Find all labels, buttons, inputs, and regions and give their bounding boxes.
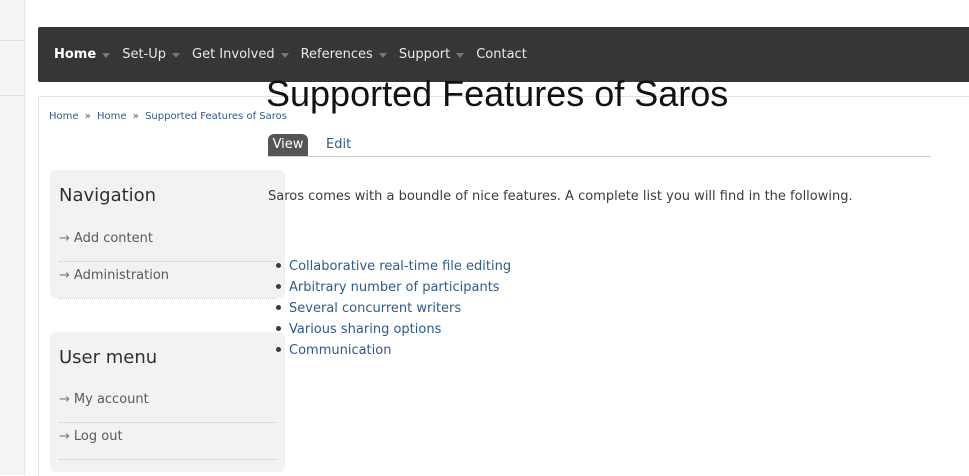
sidebar-item-my-account[interactable]: → My account — [59, 386, 277, 423]
feature-link[interactable]: Collaborative real-time file editing — [276, 256, 511, 277]
rail-divider — [0, 95, 24, 96]
intro-text: Saros comes with a boundle of nice featu… — [268, 189, 853, 204]
nav-item-support[interactable]: Support — [398, 47, 465, 62]
feature-label: Various sharing options — [289, 322, 442, 337]
breadcrumb-link-home[interactable]: Home — [97, 111, 127, 122]
chevron-down-icon — [378, 53, 387, 58]
nav-item-label: Get Involved — [192, 47, 275, 62]
nav-item-label: Contact — [476, 47, 527, 62]
tab-edit[interactable]: Edit — [326, 134, 351, 156]
sidebar-item-add-content[interactable]: → Add content — [59, 225, 277, 262]
tabs-underline — [268, 156, 931, 157]
chevron-down-icon — [280, 53, 289, 58]
nav-item-home[interactable]: Home — [54, 47, 111, 62]
chevron-down-icon — [102, 53, 111, 58]
breadcrumb-separator: » — [84, 111, 91, 122]
sidebar-item-label: Administration — [73, 268, 170, 283]
sidebar-item-administration[interactable]: → Administration — [59, 262, 277, 299]
bullet-icon — [276, 263, 281, 268]
sidebar-item-log-out[interactable]: → Log out — [59, 423, 277, 460]
bullet-icon — [276, 326, 281, 331]
feature-link[interactable]: Communication — [276, 340, 511, 361]
window-top-strip — [0, 0, 969, 7]
feature-label: Several concurrent writers — [289, 301, 462, 316]
nav-item-label: Set-Up — [122, 47, 166, 62]
rail-divider — [0, 40, 24, 41]
left-rail — [0, 0, 25, 475]
nav-item-label: Home — [54, 47, 97, 62]
bullet-icon — [276, 347, 281, 352]
nav-item-get-involved[interactable]: Get Involved — [192, 47, 289, 62]
breadcrumb-separator: » — [132, 111, 139, 122]
arrow-right-icon: → — [59, 268, 70, 283]
sidebar-item-label: My account — [73, 392, 149, 407]
chevron-down-icon — [456, 53, 465, 58]
nav-item-contact[interactable]: Contact — [476, 47, 527, 62]
bullet-icon — [276, 305, 281, 310]
user-menu-block: User menu → My account → Log out — [50, 332, 285, 472]
tab-view[interactable]: View — [268, 134, 308, 156]
nav-item-references[interactable]: References — [301, 47, 387, 62]
feature-link[interactable]: Arbitrary number of participants — [276, 277, 511, 298]
feature-link[interactable]: Several concurrent writers — [276, 298, 511, 319]
page-title: Supported Features of Saros — [266, 73, 729, 114]
arrow-right-icon: → — [59, 392, 70, 407]
feature-list: Collaborative real-time file editing Arb… — [276, 256, 511, 361]
arrow-right-icon: → — [59, 231, 70, 246]
nav-item-label: Support — [398, 47, 451, 62]
arrow-right-icon: → — [59, 429, 70, 444]
sidebar-item-label: Add content — [73, 231, 153, 246]
breadcrumb: Home » Home » Supported Features of Saro… — [49, 111, 287, 122]
navigation-block: Navigation → Add content → Administration — [50, 170, 285, 299]
feature-label: Collaborative real-time file editing — [289, 259, 512, 274]
nav-item-setup[interactable]: Set-Up — [122, 47, 180, 62]
sidebar-item-label: Log out — [73, 429, 123, 444]
block-title: User menu — [59, 347, 158, 368]
breadcrumb-link-home[interactable]: Home — [49, 111, 79, 122]
block-title: Navigation — [59, 185, 157, 206]
feature-link[interactable]: Various sharing options — [276, 319, 511, 340]
feature-label: Communication — [289, 343, 392, 358]
bullet-icon — [276, 284, 281, 289]
chevron-down-icon — [172, 53, 180, 58]
feature-label: Arbitrary number of participants — [289, 280, 500, 295]
nav-item-label: References — [300, 47, 373, 62]
